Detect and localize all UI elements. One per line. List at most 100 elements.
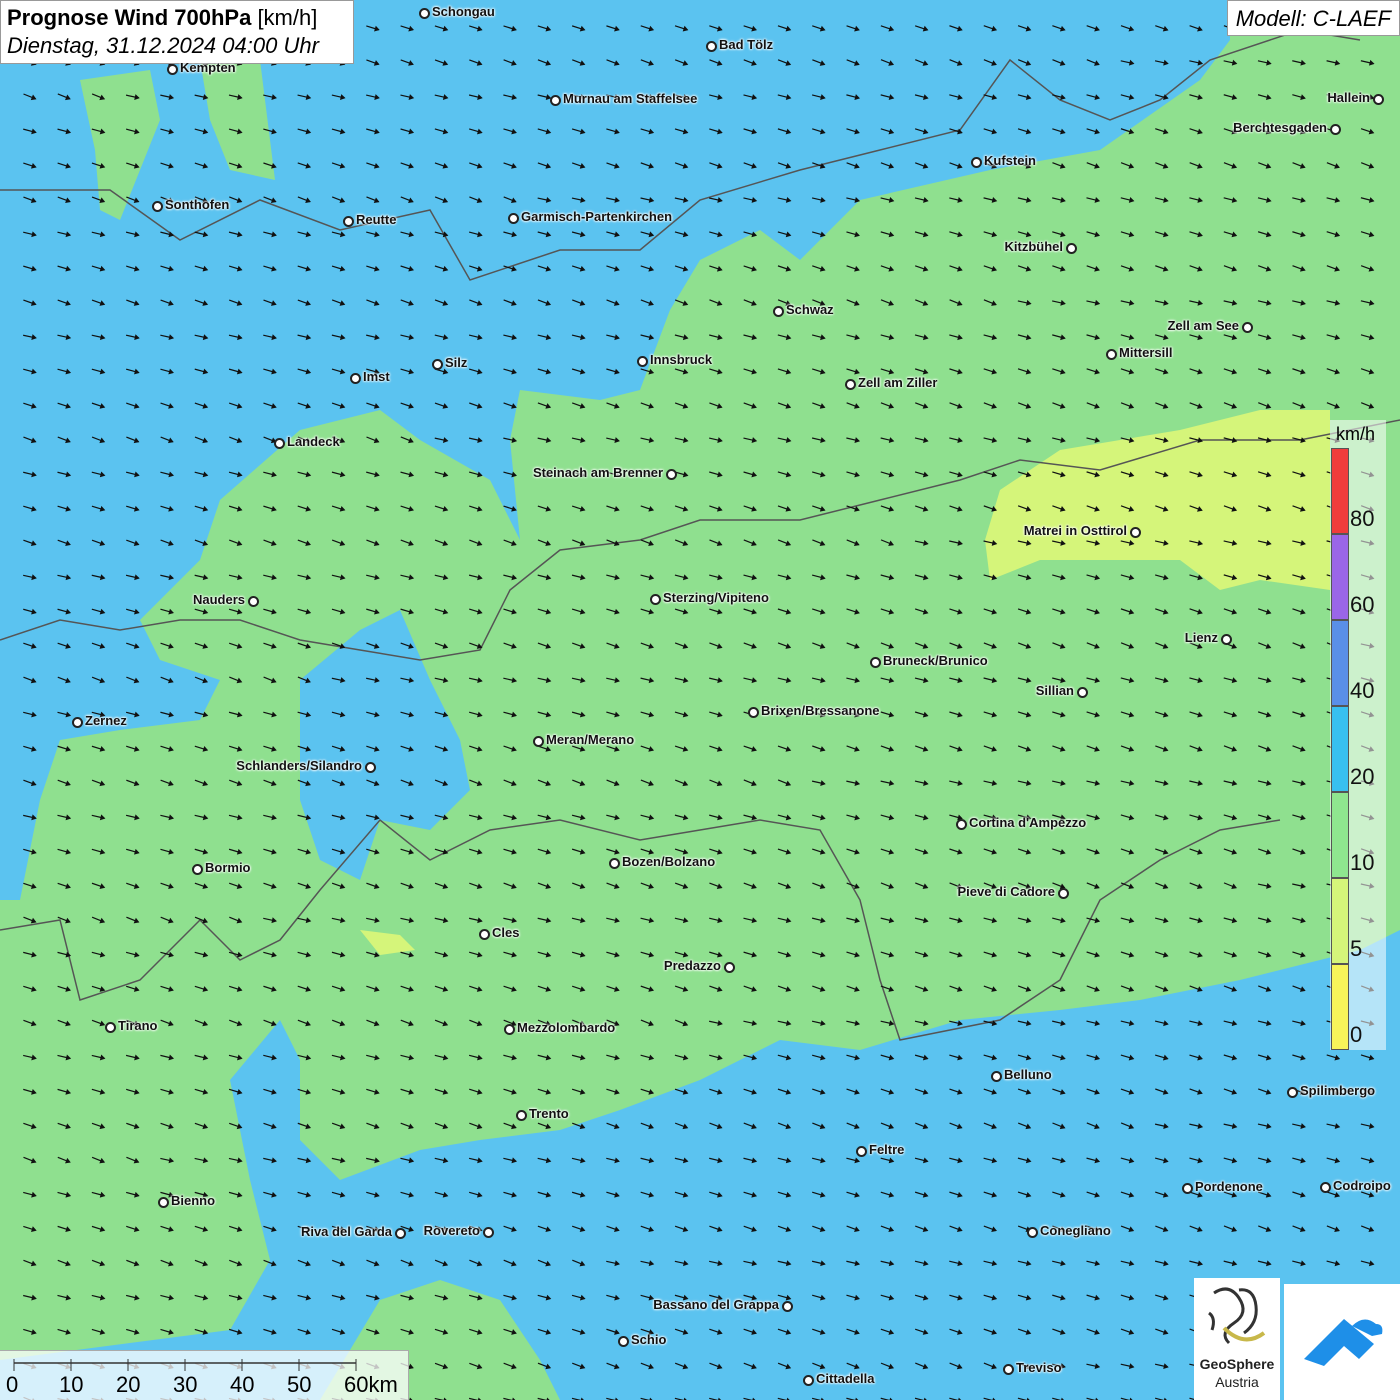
wind-arrow: [537, 1088, 552, 1095]
wind-arrow: [91, 848, 106, 855]
wind-arrow: [537, 1328, 552, 1335]
wind-arrow: [811, 197, 826, 203]
wind-arrow: [1155, 848, 1169, 855]
wind-arrow: [1189, 505, 1203, 512]
wind-arrow: [949, 471, 963, 478]
wind-arrow: [125, 951, 140, 958]
wind-arrow: [571, 265, 586, 272]
wind-arrow: [606, 711, 620, 718]
wind-arrow: [503, 196, 517, 204]
wind-arrow: [777, 1328, 792, 1335]
wind-arrow: [263, 265, 277, 272]
wind-arrow: [194, 882, 209, 889]
city-marker: [637, 356, 648, 367]
wind-arrow: [1292, 1225, 1306, 1233]
wind-arrow: [777, 1362, 792, 1370]
wind-arrow: [503, 1294, 517, 1301]
wind-arrow: [640, 711, 655, 718]
wind-arrow: [880, 917, 895, 924]
wind-arrow: [331, 779, 346, 787]
wind-arrow: [640, 779, 654, 787]
wind-arrow: [743, 1397, 758, 1400]
wind-arrow: [57, 368, 72, 375]
wind-arrow: [846, 1362, 860, 1370]
wind-arrow: [263, 779, 277, 787]
wind-arrow: [194, 128, 209, 135]
wind-arrow: [91, 334, 106, 341]
wind-arrow: [263, 608, 277, 615]
wind-arrow: [606, 917, 620, 924]
wind-arrow: [57, 882, 71, 889]
wind-arrow: [297, 676, 311, 684]
wind-arrow: [914, 471, 929, 478]
wind-arrow: [949, 197, 963, 203]
wind-arrow: [229, 299, 243, 306]
wind-arrow: [91, 196, 106, 204]
wind-arrow: [640, 505, 655, 512]
app-arrow-cloud-icon: [1304, 1319, 1383, 1366]
wind-arrow: [846, 1294, 860, 1301]
wind-arrow: [1189, 917, 1203, 924]
wind-arrow: [1086, 471, 1101, 478]
wind-arrow: [1292, 1020, 1306, 1027]
wind-arrow: [674, 814, 689, 821]
city-marker: [483, 1227, 494, 1238]
wind-arrow: [91, 505, 106, 512]
wind-arrow: [160, 985, 174, 992]
wind-arrow: [331, 402, 346, 409]
wind-arrow: [126, 539, 140, 547]
wind-arrow: [469, 128, 483, 135]
wind-arrow: [434, 1259, 449, 1267]
wind-arrow: [297, 265, 312, 272]
wind-arrow: [846, 1328, 860, 1335]
wind-arrow: [709, 471, 723, 478]
wind-arrow: [1017, 642, 1032, 649]
wind-arrow: [503, 25, 517, 32]
wind-arrow: [366, 1259, 380, 1267]
wind-arrow: [571, 334, 586, 341]
wind-arrow: [1017, 1328, 1032, 1335]
title-box: Prognose Wind 700hPa [km/h] Dienstag, 31…: [0, 0, 354, 64]
wind-arrow: [1120, 1191, 1135, 1198]
wind-arrow: [1257, 471, 1272, 478]
wind-arrow: [1086, 1122, 1100, 1130]
wind-arrow: [23, 779, 37, 787]
wind-arrow: [160, 745, 174, 752]
wind-arrow: [880, 677, 895, 684]
wind-arrow: [1017, 299, 1032, 306]
wind-arrow: [983, 299, 997, 306]
wind-arrow: [1189, 1225, 1203, 1233]
wind-arrow: [57, 539, 71, 546]
wind-arrow: [777, 505, 792, 512]
wind-arrow: [1017, 917, 1032, 924]
wind-arrow: [297, 642, 312, 649]
wind-arrow: [1292, 677, 1306, 684]
wind-arrow: [57, 1328, 72, 1335]
wind-arrow: [1257, 711, 1272, 718]
wind-arrow: [1052, 437, 1066, 443]
wind-arrow: [1120, 162, 1135, 169]
legend-band: [1331, 878, 1349, 964]
city-label: Meran/Merano: [546, 732, 635, 747]
wind-arrow: [57, 1088, 72, 1095]
wind-arrow: [1292, 265, 1306, 272]
wind-arrow: [57, 779, 71, 787]
wind-arrow: [674, 985, 689, 992]
wind-arrow: [777, 1122, 792, 1130]
wind-arrow: [640, 162, 655, 169]
wind-arrow: [23, 1156, 37, 1164]
wind-arrow: [228, 505, 243, 512]
wind-arrow: [468, 94, 483, 100]
wind-arrow: [1086, 1020, 1101, 1027]
wind-arrow: [1155, 471, 1169, 478]
wind-arrow: [23, 814, 37, 821]
wind-arrow: [503, 1397, 518, 1400]
wind-arrow: [846, 334, 860, 341]
wind-arrow: [1257, 1020, 1272, 1027]
city-marker: [508, 213, 519, 224]
wind-arrow: [811, 1157, 826, 1164]
city-marker: [845, 379, 856, 390]
wind-arrow: [674, 196, 689, 203]
wind-arrow: [983, 745, 997, 752]
wind-arrow: [57, 814, 72, 821]
